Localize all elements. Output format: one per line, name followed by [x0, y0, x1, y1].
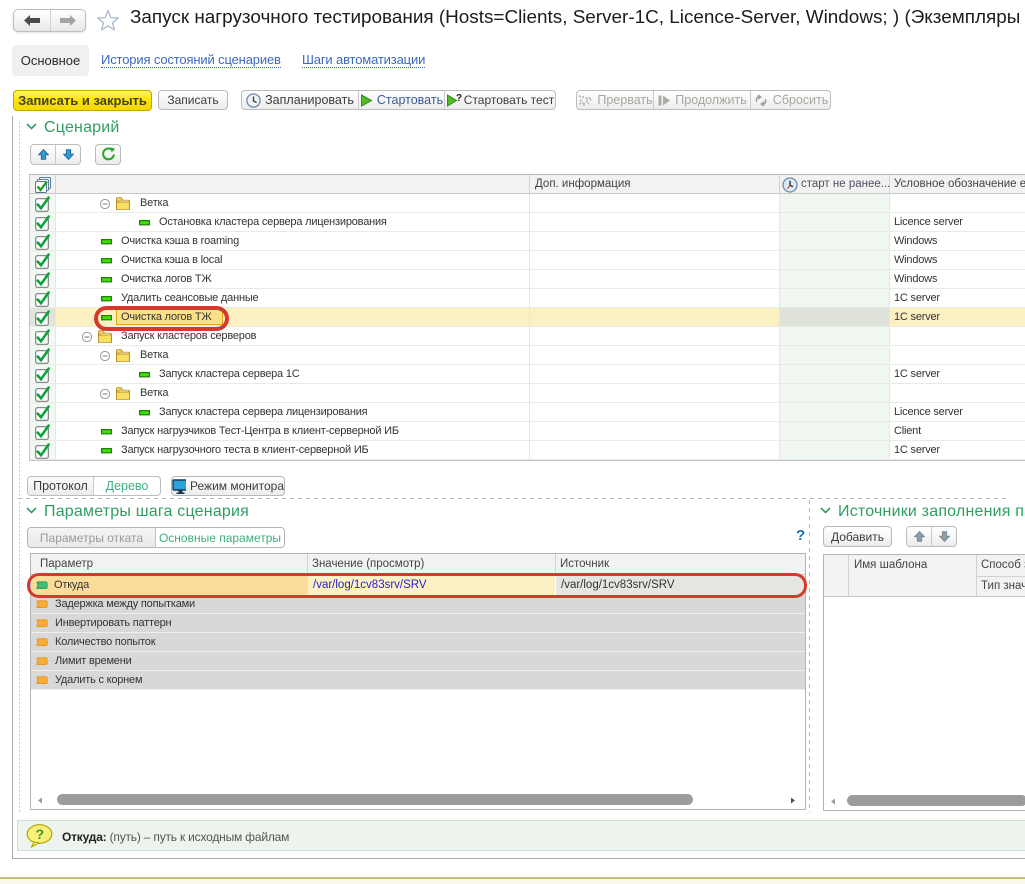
svg-text:?: ?	[36, 826, 45, 842]
svg-text:?: ?	[456, 93, 462, 104]
